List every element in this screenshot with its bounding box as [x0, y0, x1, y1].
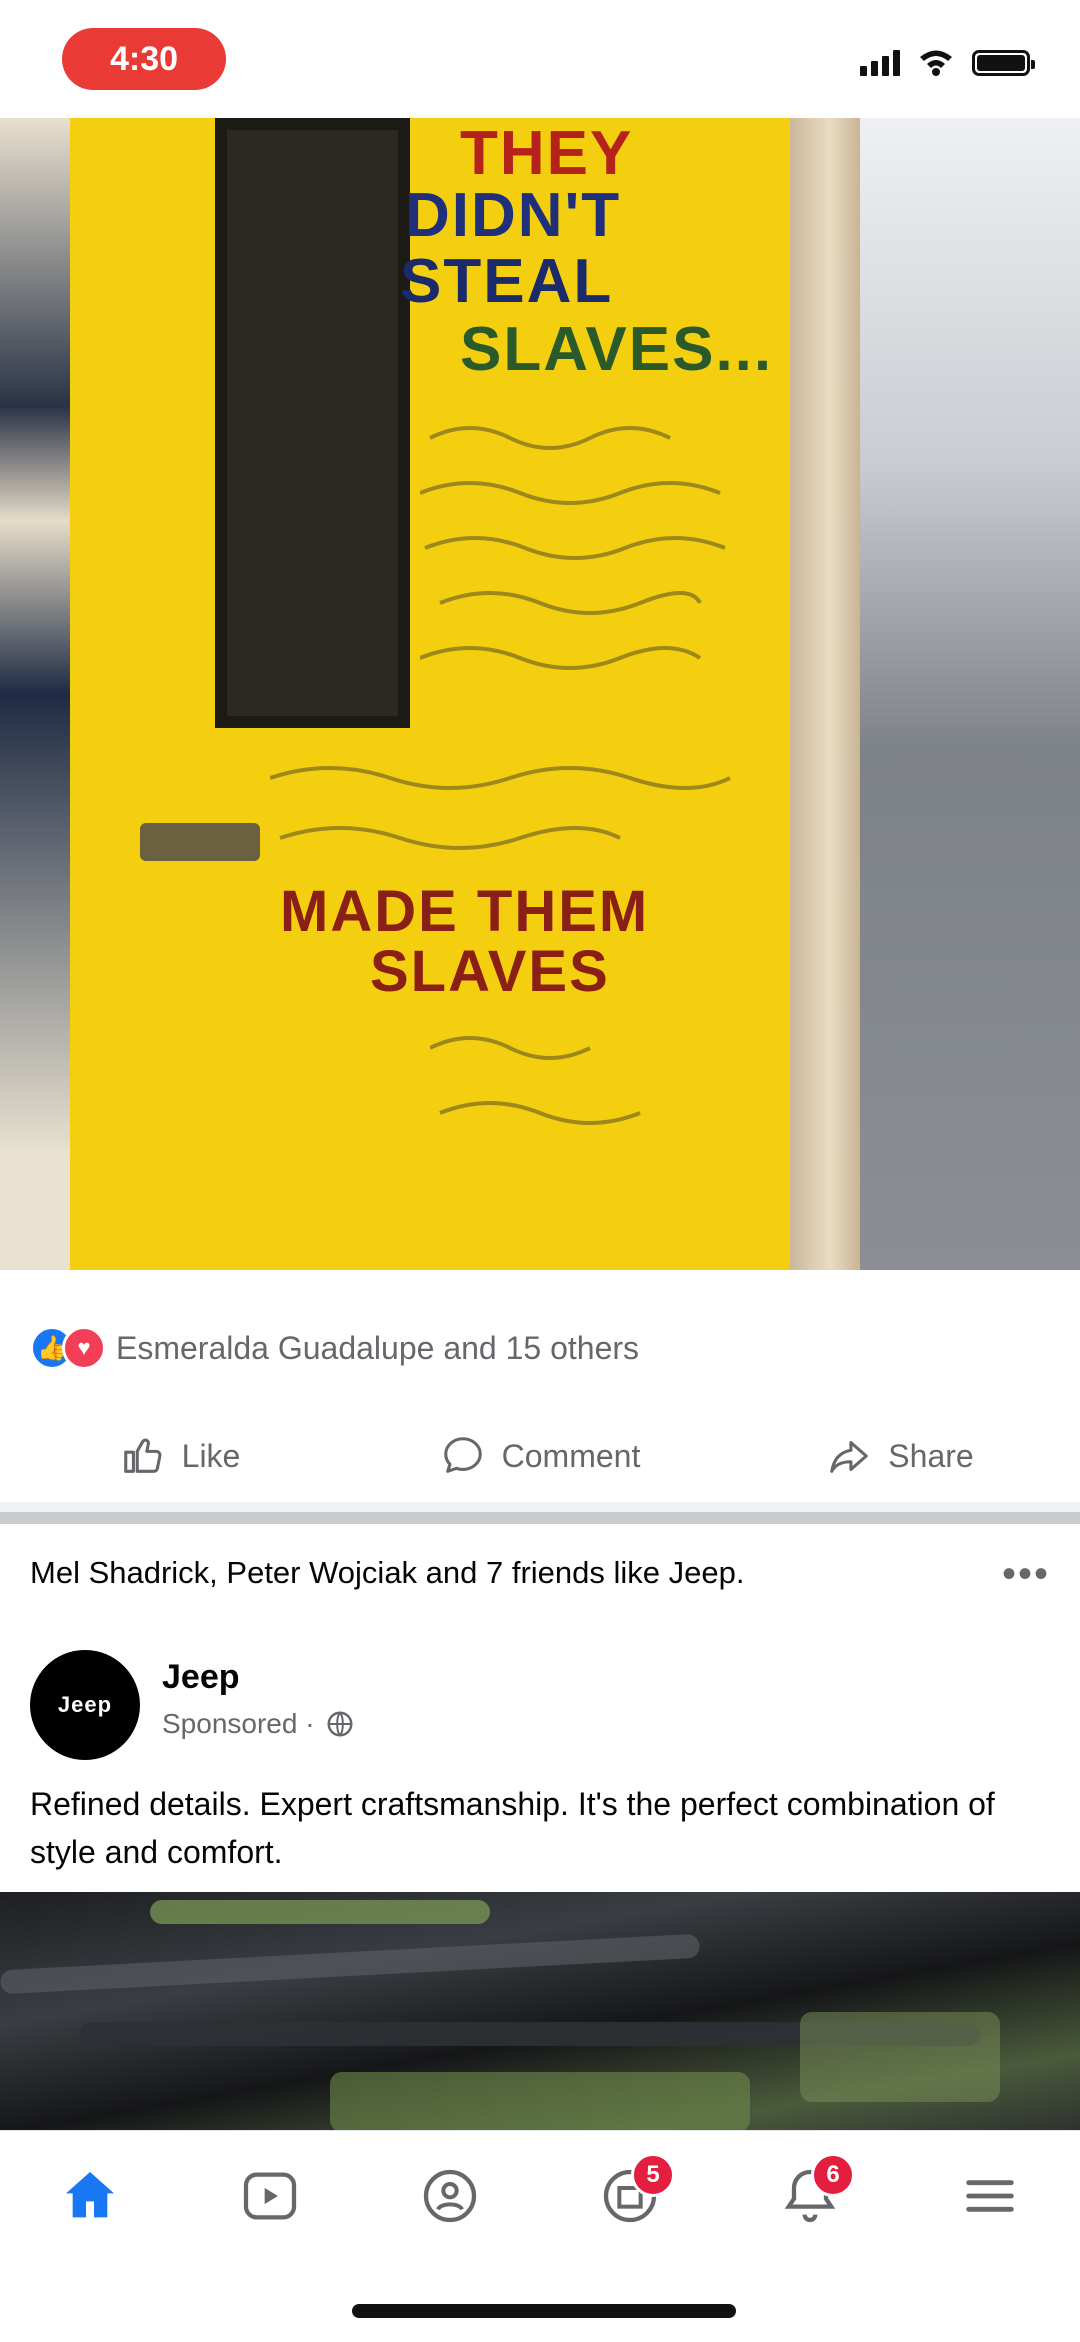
photo-text-line: SLAVES — [370, 939, 610, 1004]
post-actions: Like Comment Share — [0, 1410, 1080, 1502]
photo-text-line: DIDN'T — [405, 181, 622, 250]
photo-text-line: STEAL — [400, 247, 614, 316]
door-window — [215, 118, 410, 728]
tab-notifications[interactable]: 6 — [765, 2151, 855, 2241]
page-name-link[interactable]: Jeep — [162, 1658, 240, 1697]
like-label: Like — [181, 1437, 241, 1474]
home-indicator[interactable] — [352, 2304, 736, 2318]
marketplace-badge: 5 — [631, 2152, 675, 2197]
comment-icon — [443, 1437, 482, 1473]
sponsored-label: Sponsored · — [162, 1708, 355, 1740]
photo-text-line: SLAVES... — [460, 315, 774, 384]
groups-icon — [423, 2169, 477, 2222]
tab-marketplace[interactable]: 5 — [585, 2151, 675, 2241]
feed-divider — [0, 1502, 1080, 1528]
battery-icon — [972, 50, 1035, 76]
reactions-text: Esmeralda Guadalupe and 15 others — [116, 1329, 640, 1366]
tab-menu[interactable] — [945, 2151, 1035, 2241]
share-icon — [830, 1441, 869, 1473]
status-time: 4:30 — [62, 28, 226, 90]
comment-button[interactable]: Comment — [360, 1410, 720, 1502]
post-photo[interactable]: THEY DIDN'T STEAL SLAVES... MADE THEM SL… — [0, 118, 1080, 1270]
handwritten-scribble — [270, 766, 731, 850]
friends-like-text: Mel Shadrick, Peter Wojciak and 7 friend… — [30, 1555, 745, 1590]
sponsored-text: Sponsored · — [162, 1708, 315, 1739]
tab-groups[interactable] — [405, 2151, 495, 2241]
avatar[interactable]: Jeep — [30, 1650, 140, 1760]
bottom-tab-bar: 5 6 — [0, 2130, 1080, 2260]
home-icon — [66, 2171, 114, 2217]
share-button[interactable]: Share — [720, 1410, 1080, 1502]
door-handle — [140, 823, 260, 861]
comment-label: Comment — [501, 1437, 641, 1474]
tab-home[interactable] — [45, 2151, 135, 2241]
share-label: Share — [888, 1437, 974, 1474]
post-text: Refined details. Expert craftsmanship. I… — [30, 1786, 995, 1870]
globe-icon — [327, 1711, 353, 1737]
reactions-summary[interactable]: 👍 ♥ Esmeralda Guadalupe and 15 others — [30, 1322, 639, 1374]
menu-icon — [966, 2179, 1014, 2212]
more-options-button[interactable]: ••• — [1002, 1552, 1050, 1597]
ad-photo[interactable] — [0, 1892, 1080, 2142]
like-button[interactable]: Like — [0, 1410, 360, 1502]
photo-text-line: THEY — [460, 119, 634, 188]
thumbs-up-icon — [123, 1438, 162, 1473]
status-icons — [860, 48, 1035, 76]
jeep-logo: Jeep — [57, 1692, 113, 1717]
handwritten-scribble — [430, 1036, 641, 1125]
notifications-badge: 6 — [811, 2152, 855, 2197]
watch-icon — [243, 2172, 297, 2219]
love-reaction-icon: ♥ — [62, 1326, 106, 1370]
signal-icon — [860, 50, 900, 76]
wifi-icon — [920, 50, 952, 76]
tab-watch[interactable] — [225, 2151, 315, 2241]
photo-text-line: MADE THEM — [280, 879, 650, 944]
status-bar: 4:30 — [0, 0, 1080, 118]
